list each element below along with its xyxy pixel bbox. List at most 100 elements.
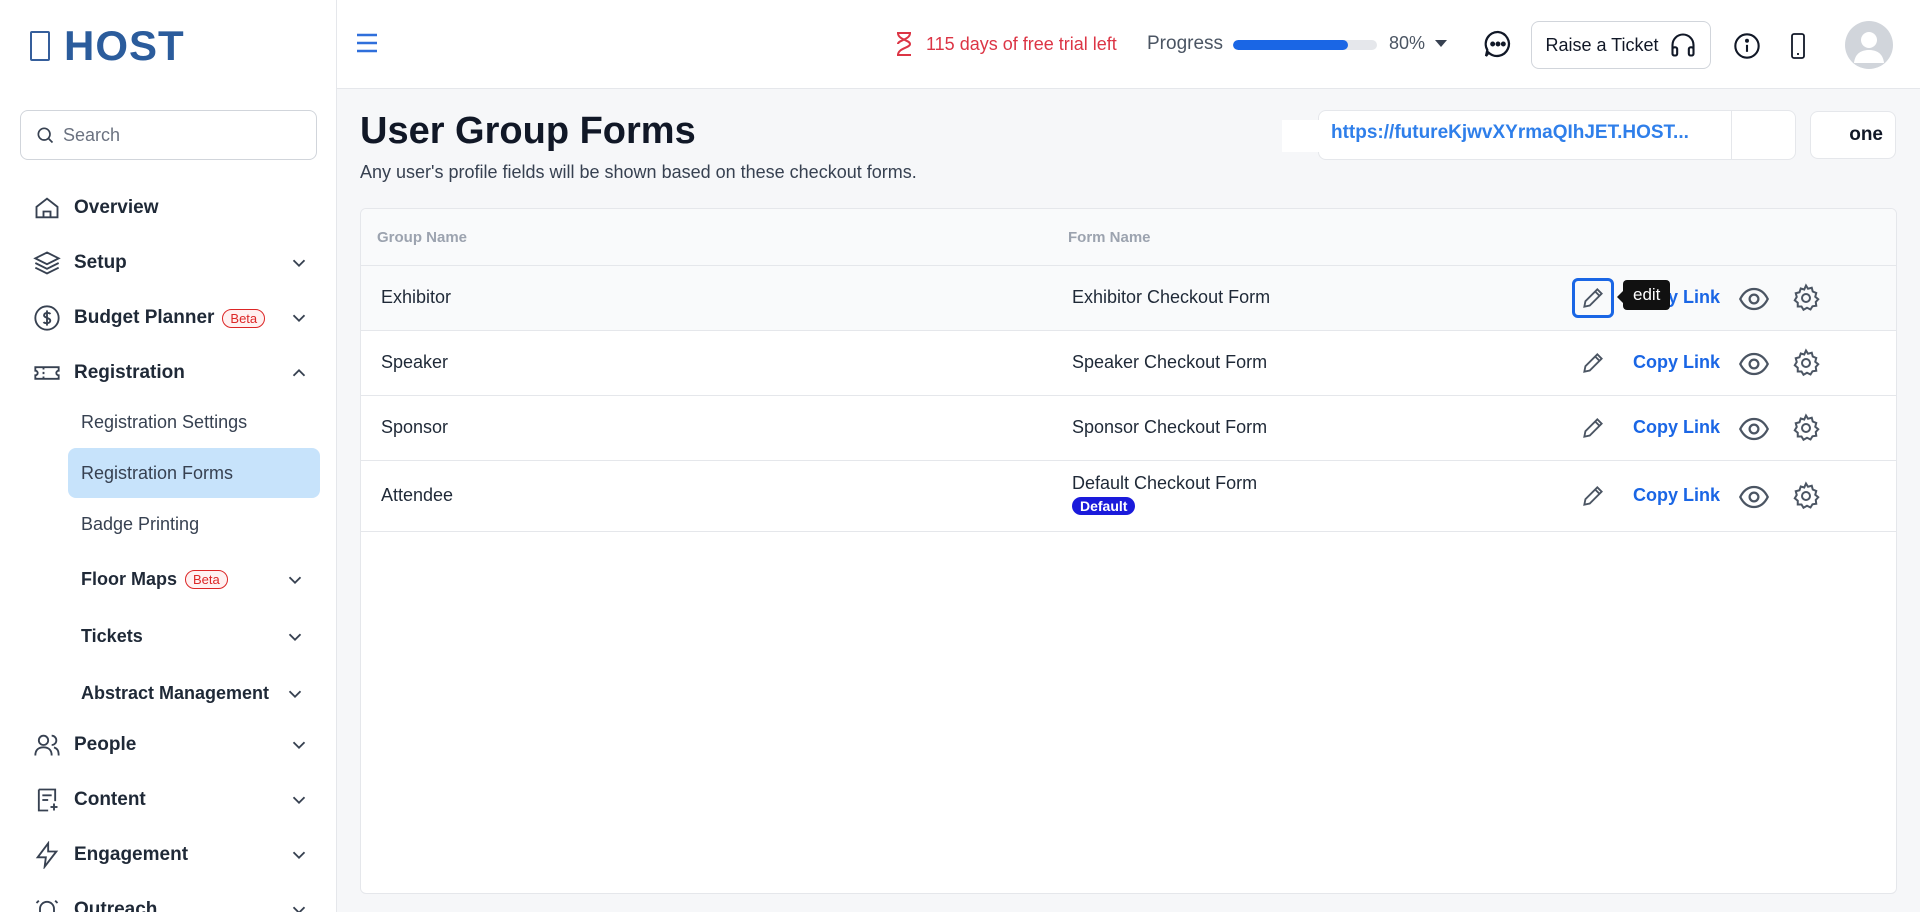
chevron-down-icon[interactable] xyxy=(284,683,306,705)
sidebar-item-outreach[interactable]: Outreach xyxy=(30,890,310,912)
chevron-down-icon[interactable] xyxy=(288,734,310,756)
info-icon[interactable] xyxy=(1733,32,1761,60)
default-badge: Default xyxy=(1072,497,1136,515)
sidebar-item-label: Overview xyxy=(74,197,159,218)
form-name-cell: Sponsor Checkout Form xyxy=(1072,417,1268,437)
sidebar-subitem-label: Badge Printing xyxy=(81,513,200,534)
edit-button[interactable] xyxy=(1572,278,1614,318)
sidebar-item-budget-planner[interactable]: Budget Planner Beta xyxy=(30,298,310,338)
sidebar-item-label: Budget Planner xyxy=(74,307,215,328)
sidebar-subitem-badge-printing[interactable]: Badge Printing xyxy=(68,499,320,549)
group-name-cell: Attendee xyxy=(381,485,454,505)
chevron-down-icon[interactable] xyxy=(284,626,306,648)
eye-icon[interactable] xyxy=(1739,416,1769,442)
chevron-down-icon[interactable] xyxy=(288,252,310,274)
progress-percent: 80% xyxy=(1389,33,1426,53)
chat-icon[interactable] xyxy=(1482,28,1514,60)
sidebar-subitem-floor-maps[interactable]: Floor Maps Beta xyxy=(68,554,320,604)
sidebar-item-people[interactable]: People xyxy=(30,725,310,765)
logo-text: HOST xyxy=(64,22,185,69)
chevron-up-icon[interactable] xyxy=(288,362,310,384)
eye-icon[interactable] xyxy=(1739,484,1769,510)
dollar-circle-icon xyxy=(30,301,64,335)
raise-ticket-button[interactable]: Raise a Ticket xyxy=(1531,21,1711,69)
search-input[interactable] xyxy=(63,124,303,146)
group-name-cell: Exhibitor xyxy=(381,287,452,307)
chevron-down-icon[interactable] xyxy=(288,789,310,811)
sidebar-subitem-label: Abstract Management xyxy=(81,682,270,703)
pencil-icon[interactable] xyxy=(1580,415,1606,441)
eye-icon[interactable] xyxy=(1739,286,1769,312)
sidebar-item-registration[interactable]: Registration xyxy=(30,353,310,393)
sidebar-item-label: Content xyxy=(74,789,146,810)
page-subtitle: Any user's profile fields will be shown … xyxy=(360,162,917,182)
chevron-down-icon[interactable] xyxy=(284,569,306,591)
home-icon xyxy=(30,191,64,225)
search-box[interactable] xyxy=(20,110,317,160)
group-name-cell: Sponsor xyxy=(381,417,449,437)
sidebar-subitem-abstract-management[interactable]: Abstract Management xyxy=(68,668,320,718)
form-url-link[interactable]: https://futureKjwvXYrmaQIhJET.HOST... xyxy=(1331,122,1689,144)
pencil-icon[interactable] xyxy=(1580,483,1606,509)
url-box-overlay xyxy=(1282,120,1322,152)
ticket-icon xyxy=(30,356,64,390)
logo[interactable]: HOST xyxy=(30,22,185,70)
progress-fill xyxy=(1233,40,1349,50)
sidebar-item-label: Outreach xyxy=(74,899,158,912)
chevron-down-icon[interactable] xyxy=(288,844,310,866)
sidebar-subitem-label: Registration Forms xyxy=(81,462,234,483)
chevron-down-icon[interactable] xyxy=(288,899,310,912)
sidebar-subitem-registration-settings[interactable]: Registration Settings xyxy=(68,397,320,447)
progress-bar xyxy=(1233,40,1377,50)
sidebar-item-engagement[interactable]: Engagement xyxy=(30,835,310,875)
sidebar-subitem-registration-forms[interactable]: Registration Forms xyxy=(68,448,320,498)
page-title: User Group Forms xyxy=(360,110,696,152)
group-name-cell: Speaker xyxy=(381,352,449,372)
gear-icon[interactable] xyxy=(1791,348,1821,378)
tooltip-text: edit xyxy=(1633,285,1661,304)
hourglass-icon xyxy=(897,32,912,56)
hamburger-menu-icon[interactable] xyxy=(355,32,379,54)
mobile-phone-icon[interactable] xyxy=(1786,31,1810,61)
headphones-icon xyxy=(1670,33,1695,57)
chevron-down-icon[interactable] xyxy=(288,307,310,329)
sidebar-item-label: Registration xyxy=(74,362,185,383)
done-button[interactable]: one xyxy=(1810,111,1896,159)
gear-icon[interactable] xyxy=(1791,413,1821,443)
top-bar: 115 days of free trial left Progress 80%… xyxy=(337,0,1920,89)
pencil-icon[interactable] xyxy=(1580,350,1606,376)
table-row: Attendee Default Checkout Form Default C… xyxy=(361,461,1896,532)
progress-label: Progress xyxy=(1147,33,1224,54)
sidebar-item-label: Setup xyxy=(74,252,127,273)
copy-link-button[interactable]: Copy Link xyxy=(1633,352,1720,373)
sidebar-subitem-label: Floor Maps xyxy=(81,568,178,589)
user-group-forms-table: Group Name Form Name Exhibitor Exhibitor… xyxy=(360,208,1897,894)
lightning-icon xyxy=(30,838,64,872)
layers-icon xyxy=(30,246,64,280)
sidebar-item-overview[interactable]: Overview xyxy=(30,188,310,228)
bell-icon xyxy=(30,893,64,912)
trial-text: 115 days of free trial left xyxy=(926,33,1117,54)
sidebar-item-content[interactable]: Content xyxy=(30,780,310,820)
copy-link-button[interactable]: Copy Link xyxy=(1633,417,1720,438)
gear-icon[interactable] xyxy=(1791,283,1821,313)
sidebar: HOST Overview Setup Budget Planner Beta … xyxy=(0,0,337,912)
caret-down-icon[interactable] xyxy=(1434,39,1448,49)
table-row: Speaker Speaker Checkout Form Copy Link xyxy=(361,331,1896,396)
table-row: Exhibitor Exhibitor Checkout Form Copy L… xyxy=(361,266,1896,331)
avatar[interactable] xyxy=(1845,21,1893,69)
sidebar-item-setup[interactable]: Setup xyxy=(30,243,310,283)
copy-link-button[interactable]: Copy Link xyxy=(1633,485,1720,506)
gear-icon[interactable] xyxy=(1791,481,1821,511)
column-header-form-name: Form Name xyxy=(1068,229,1151,246)
table-row: Sponsor Sponsor Checkout Form Copy Link xyxy=(361,396,1896,461)
edit-tooltip: edit xyxy=(1616,280,1671,310)
user-avatar-icon xyxy=(1854,32,1884,63)
users-icon xyxy=(30,728,64,762)
eye-icon[interactable] xyxy=(1739,351,1769,377)
beta-badge: Beta xyxy=(185,569,228,589)
sidebar-item-label: Engagement xyxy=(74,844,189,865)
form-name-cell: Default Checkout Form xyxy=(1072,473,1258,493)
sidebar-subitem-tickets[interactable]: Tickets xyxy=(68,611,320,661)
form-name-cell: Speaker Checkout Form xyxy=(1072,352,1268,372)
